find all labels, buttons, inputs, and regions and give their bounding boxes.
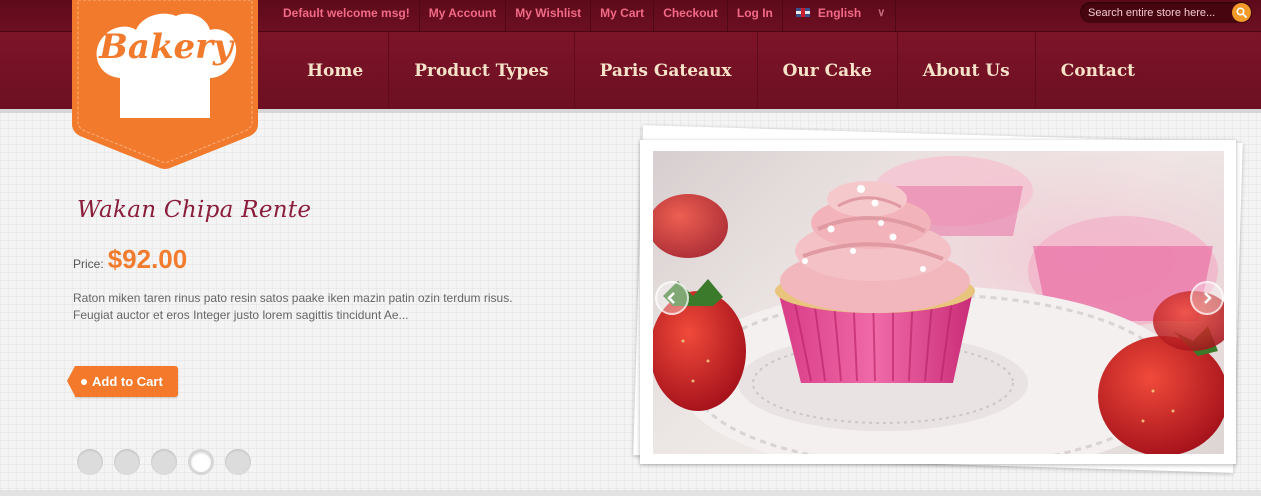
slider-dot-1[interactable]: [77, 449, 103, 475]
slider-dot-4[interactable]: [188, 449, 214, 475]
logo-badge-icon: Bakery: [72, 0, 258, 169]
slider-dot-2[interactable]: [114, 449, 140, 475]
nav-paris-gateaux[interactable]: Paris Gateaux: [573, 32, 757, 109]
main-nav: Home Product Types Paris Gateaux Our Cak…: [282, 32, 1160, 109]
product-description: Raton miken taren rinus pato resin satos…: [73, 291, 513, 322]
arrow-left-icon: [667, 292, 675, 304]
uk-flag-icon: [795, 8, 810, 17]
my-cart-link[interactable]: My Cart: [591, 0, 655, 31]
price-line: Price: $92.00: [73, 244, 187, 275]
top-links: Default welcome msg! My Account My Wishl…: [274, 0, 897, 31]
nav-our-cake[interactable]: Our Cake: [756, 32, 897, 109]
nav-contact[interactable]: Contact: [1034, 32, 1160, 109]
chevron-down-icon: ∨: [877, 7, 886, 19]
slider-dot-5[interactable]: [225, 449, 251, 475]
search-icon: [1236, 7, 1247, 18]
bottom-divider: [0, 490, 1261, 496]
slider-dot-3[interactable]: [151, 449, 177, 475]
logo-text: Bakery: [98, 27, 235, 67]
cupcake-photo-icon: [653, 151, 1224, 454]
slider-prev-button[interactable]: [655, 281, 689, 315]
product-title: Wakan Chipa Rente: [77, 197, 312, 223]
welcome-message: Default welcome msg!: [274, 0, 420, 31]
my-wishlist-link[interactable]: My Wishlist: [506, 0, 592, 31]
slider-next-button[interactable]: [1190, 281, 1224, 315]
search-button[interactable]: [1232, 3, 1251, 22]
my-account-link[interactable]: My Account: [420, 0, 507, 31]
add-to-cart-label: Add to Cart: [92, 374, 163, 389]
nav-product-types[interactable]: Product Types: [388, 32, 573, 109]
login-link[interactable]: Log In: [728, 0, 783, 31]
tag-hole-icon: [81, 378, 87, 385]
search-input[interactable]: [1088, 4, 1224, 21]
search-box: [1080, 2, 1252, 23]
product-photo: [653, 151, 1224, 454]
price-value: $92.00: [107, 244, 188, 274]
checkout-link[interactable]: Checkout: [654, 0, 728, 31]
arrow-right-icon: [1204, 292, 1212, 304]
language-label: English: [817, 6, 862, 20]
language-selector[interactable]: English ∨: [783, 0, 897, 31]
slider-pagination: [77, 449, 251, 475]
price-label: Price:: [73, 257, 104, 271]
bakery-logo[interactable]: Bakery: [70, 0, 260, 172]
add-to-cart-button[interactable]: Add to Cart: [67, 366, 178, 397]
nav-about-us[interactable]: About Us: [896, 32, 1035, 109]
nav-home[interactable]: Home: [282, 32, 388, 109]
